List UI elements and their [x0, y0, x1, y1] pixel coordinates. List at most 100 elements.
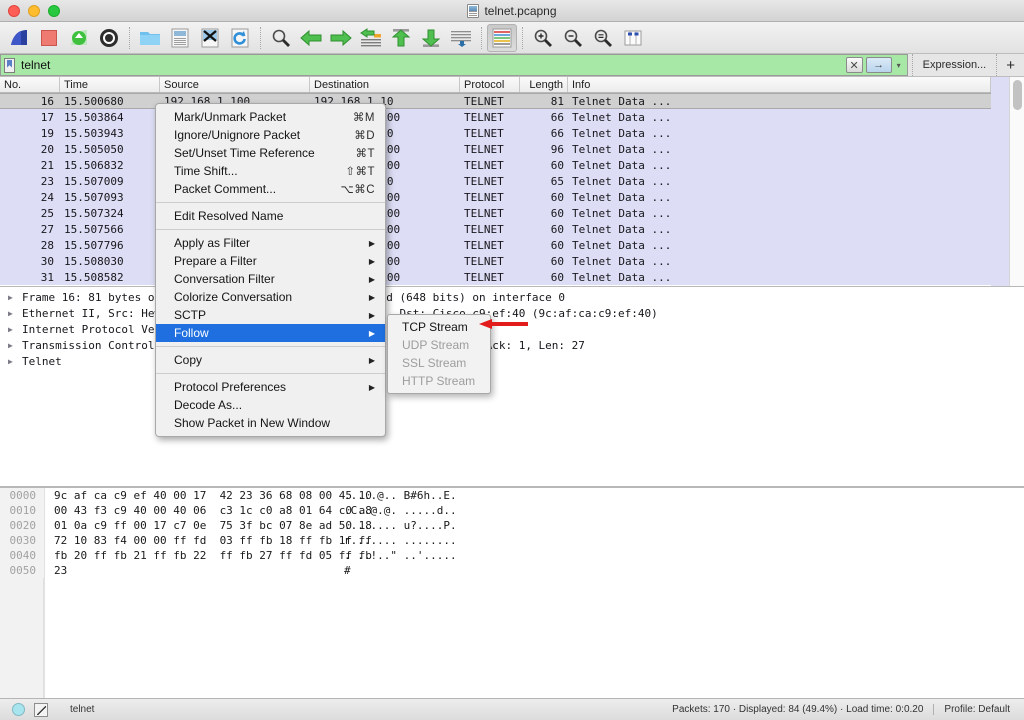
hex-dump-row[interactable]: 005023#	[0, 563, 1024, 578]
menu-item-ignore-unignore-packet[interactable]: Ignore/Unignore Packet⌘D	[156, 126, 385, 144]
capture-comment-icon[interactable]	[34, 703, 48, 717]
go-first-packet-icon[interactable]	[386, 24, 416, 52]
packet-row[interactable]: 2015.505050192.168.1.10192.168.1.100TELN…	[0, 141, 991, 157]
packet-detail-row[interactable]: ▶Telnet	[0, 353, 1024, 369]
column-header-protocol[interactable]: Protocol	[460, 77, 520, 92]
packet-context-menu[interactable]: Mark/Unmark Packet⌘MIgnore/Unignore Pack…	[155, 103, 386, 437]
capture-options-icon[interactable]	[94, 24, 124, 52]
status-profile[interactable]: Profile: Default	[934, 704, 1024, 715]
reload-file-icon[interactable]	[225, 24, 255, 52]
packet-row[interactable]: 1915.503943192.168.1.100192.168.1.10TELN…	[0, 125, 991, 141]
stop-capture-icon[interactable]	[34, 24, 64, 52]
apply-filter-button[interactable]: →	[866, 57, 892, 73]
column-header-no[interactable]: No.	[0, 77, 60, 92]
menu-item-packet-comment[interactable]: Packet Comment...⌥⌘C	[156, 180, 385, 198]
menu-item-protocol-preferences[interactable]: Protocol Preferences▶	[156, 378, 385, 396]
go-back-icon[interactable]	[296, 24, 326, 52]
packet-detail-row[interactable]: ▶Transmission Control Protocol, Src Port…	[0, 337, 1024, 353]
hex-dump-row[interactable]: 00009c af ca c9 ef 40 00 17 42 23 36 68 …	[0, 488, 1024, 503]
menu-item-time-shift[interactable]: Time Shift...⇧⌘T	[156, 162, 385, 180]
restart-capture-icon[interactable]	[64, 24, 94, 52]
column-header-destination[interactable]: Destination	[310, 77, 460, 92]
zoom-reset-icon[interactable]	[588, 24, 618, 52]
packet-row[interactable]: 2115.506832192.168.1.10192.168.1.100TELN…	[0, 157, 991, 173]
filter-bookmark-icon[interactable]	[4, 58, 15, 73]
zoom-out-icon[interactable]	[558, 24, 588, 52]
submenu-arrow-icon: ▶	[369, 356, 375, 365]
expand-triangle-icon[interactable]: ▶	[8, 341, 22, 350]
clear-filter-button[interactable]: ✕	[846, 57, 863, 73]
display-filter-input[interactable]: telnet	[0, 54, 842, 76]
menu-item-colorize-conversation[interactable]: Colorize Conversation▶	[156, 288, 385, 306]
packet-row[interactable]: 2515.507324192.168.1.10192.168.1.100TELN…	[0, 205, 991, 221]
start-capture-icon[interactable]	[4, 24, 34, 52]
hex-dump-row[interactable]: 001000 43 f3 c9 40 00 40 06 c3 1c c0 a8 …	[0, 503, 1024, 518]
packet-row[interactable]: 2315.507009192.168.1.100192.168.1.10TELN…	[0, 173, 991, 189]
column-header-source[interactable]: Source	[160, 77, 310, 92]
packet-cell-len: 66	[520, 127, 568, 140]
go-last-packet-icon[interactable]	[416, 24, 446, 52]
menu-item-apply-as-filter[interactable]: Apply as Filter▶	[156, 234, 385, 252]
menu-item-conversation-filter[interactable]: Conversation Filter▶	[156, 270, 385, 288]
hex-dump-row[interactable]: 002001 0a c9 ff 00 17 c7 0e 75 3f bc 07 …	[0, 518, 1024, 533]
packet-list-scrollbar-thumb[interactable]	[1013, 80, 1022, 110]
add-filter-button[interactable]: +	[996, 54, 1024, 76]
zoom-in-icon[interactable]	[528, 24, 558, 52]
capture-status-icon[interactable]	[12, 703, 25, 716]
menu-item-prepare-a-filter[interactable]: Prepare a Filter▶	[156, 252, 385, 270]
menu-item-mark-unmark-packet[interactable]: Mark/Unmark Packet⌘M	[156, 108, 385, 126]
packet-row[interactable]: 2815.507796192.168.1.10192.168.1.100TELN…	[0, 237, 991, 253]
close-window-button[interactable]	[8, 5, 20, 17]
hex-bytes: fb 20 ff fb 21 ff fb 22 ff fb 27 ff fd 0…	[44, 549, 344, 562]
close-file-icon[interactable]	[195, 24, 225, 52]
filter-expression-button[interactable]: Expression...	[912, 54, 997, 76]
minimize-window-button[interactable]	[28, 5, 40, 17]
packet-row[interactable]: 2715.507566192.168.1.10192.168.1.100TELN…	[0, 221, 991, 237]
hex-ascii: r....... ........	[344, 534, 457, 547]
go-forward-icon[interactable]	[326, 24, 356, 52]
zoom-window-button[interactable]	[48, 5, 60, 17]
window-controls[interactable]	[8, 5, 60, 17]
menu-item-edit-resolved-name[interactable]: Edit Resolved Name	[156, 207, 385, 225]
go-to-packet-icon[interactable]	[356, 24, 386, 52]
packet-row[interactable]: 2415.507093192.168.1.10192.168.1.100TELN…	[0, 189, 991, 205]
packet-detail-row[interactable]: ▶Frame 16: 81 bytes on wire (648 bits), …	[0, 289, 1024, 305]
find-packet-icon[interactable]	[266, 24, 296, 52]
packet-row[interactable]: 3015.508030192.168.1.10192.168.1.100TELN…	[0, 253, 991, 269]
hex-dump-row[interactable]: 003072 10 83 f4 00 00 ff fd 03 ff fb 18 …	[0, 533, 1024, 548]
follow-submenu[interactable]: TCP StreamUDP StreamSSL StreamHTTP Strea…	[387, 314, 491, 394]
filter-history-dropdown-icon[interactable]: ▾	[895, 61, 903, 70]
packet-cell-len: 60	[520, 239, 568, 252]
menu-item-decode-as[interactable]: Decode As...	[156, 396, 385, 414]
packet-cell-info: Telnet Data ...	[568, 239, 991, 252]
packet-cell-info: Telnet Data ...	[568, 143, 991, 156]
expand-triangle-icon[interactable]: ▶	[8, 325, 22, 334]
packet-row[interactable]: 3115.508582192.168.1.10192.168.1.100TELN…	[0, 269, 991, 285]
menu-item-copy[interactable]: Copy▶	[156, 351, 385, 369]
menu-item-set-unset-time-reference[interactable]: Set/Unset Time Reference⌘T	[156, 144, 385, 162]
expand-triangle-icon[interactable]: ▶	[8, 293, 22, 302]
submenu-item-tcp-stream[interactable]: TCP Stream	[388, 318, 490, 336]
menu-item-show-packet-in-new-window[interactable]: Show Packet in New Window	[156, 414, 385, 432]
column-header-length[interactable]: Length	[520, 77, 568, 92]
packet-cell-no: 28	[0, 239, 60, 252]
expand-triangle-icon[interactable]: ▶	[8, 309, 22, 318]
column-header-time[interactable]: Time	[60, 77, 160, 92]
packet-row[interactable]: 1715.503864192.168.1.10192.168.1.100TELN…	[0, 109, 991, 125]
resize-columns-icon[interactable]	[618, 24, 648, 52]
colorize-packets-icon[interactable]	[487, 24, 517, 52]
hex-ascii: ........ u?....P.	[344, 519, 457, 532]
menu-item-follow[interactable]: Follow▶	[156, 324, 385, 342]
open-file-icon[interactable]	[135, 24, 165, 52]
hex-dump-row[interactable]: 0040fb 20 ff fb 21 ff fb 22 ff fb 27 ff …	[0, 548, 1024, 563]
column-header-info[interactable]: Info	[568, 77, 991, 92]
packet-row[interactable]: 1615.500680192.168.1.100192.168.1.10TELN…	[0, 93, 991, 109]
expand-triangle-icon[interactable]: ▶	[8, 357, 22, 366]
packet-cell-len: 66	[520, 111, 568, 124]
menu-item-sctp[interactable]: SCTP▶	[156, 306, 385, 324]
save-file-icon[interactable]	[165, 24, 195, 52]
packet-cell-proto: TELNET	[460, 255, 520, 268]
auto-scroll-icon[interactable]	[446, 24, 476, 52]
packet-list-scrollbar[interactable]	[1009, 77, 1024, 286]
packet-bytes-pane: 00009c af ca c9 ef 40 00 17 42 23 36 68 …	[0, 487, 1024, 698]
